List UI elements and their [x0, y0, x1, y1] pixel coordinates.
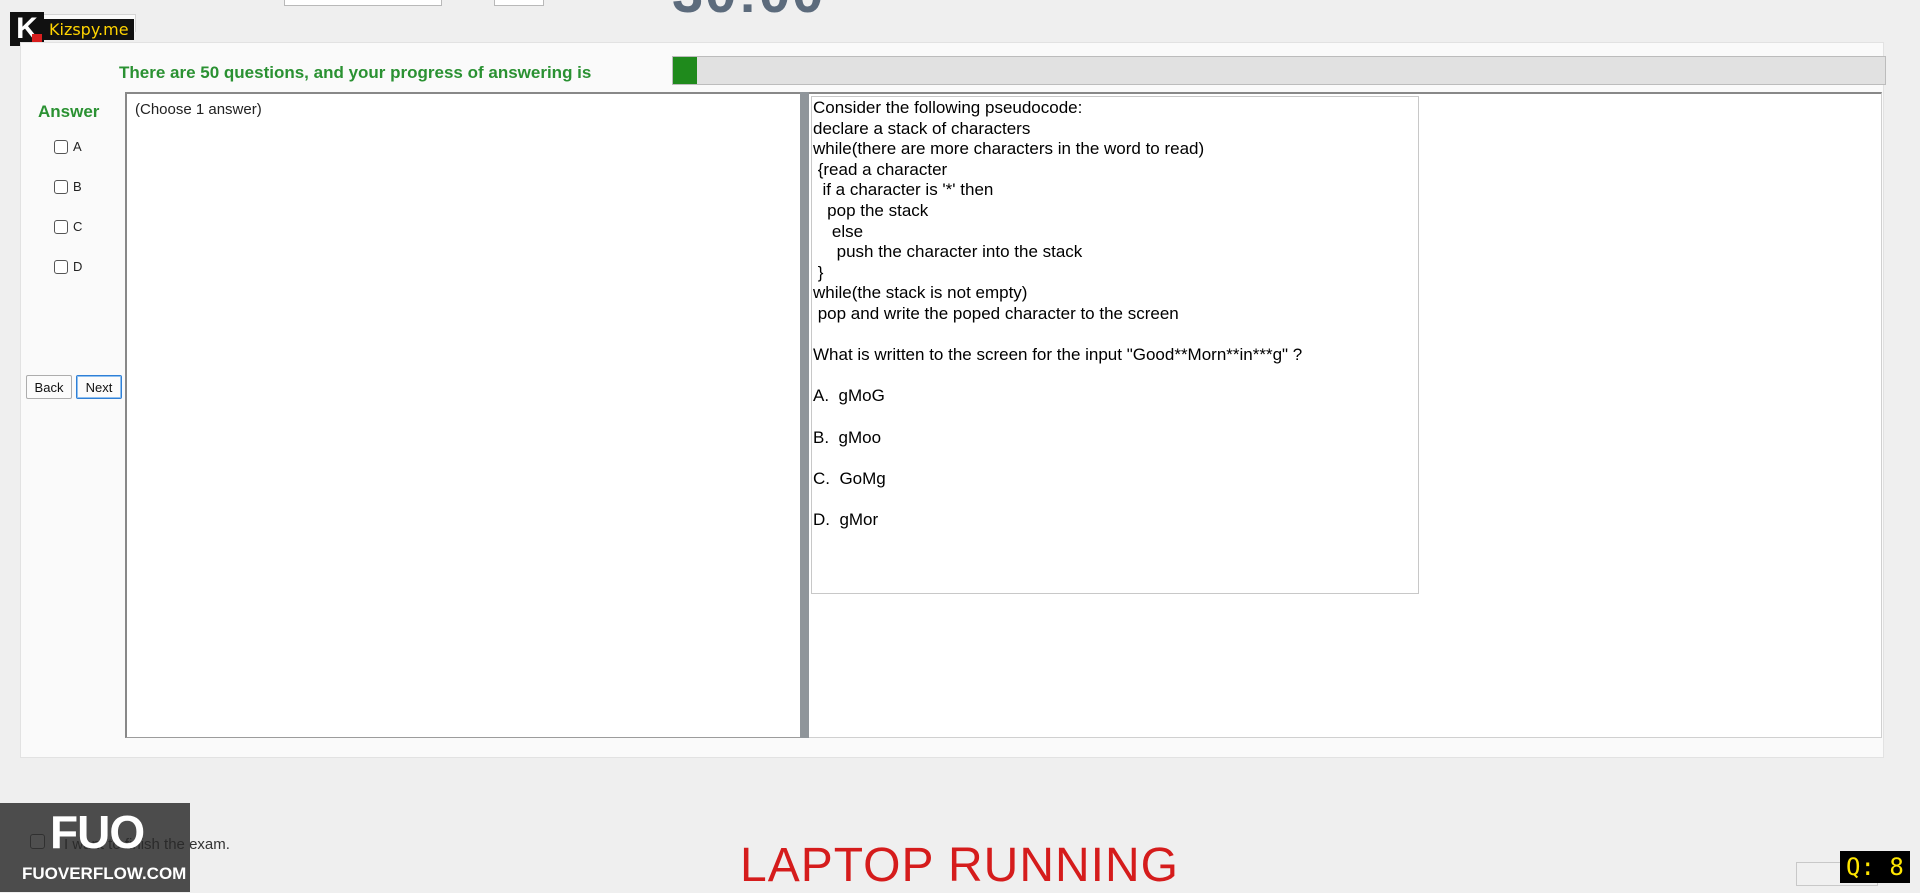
question-line: C. GoMg [813, 468, 886, 488]
question-line [813, 448, 1302, 469]
option-label-c: C [73, 219, 83, 234]
question-line: while(there are more characters in the w… [813, 139, 1205, 159]
question-line: if a character is '*' then [813, 180, 994, 200]
next-button[interactable]: Next [76, 375, 122, 399]
choose-instruction: (Choose 1 answer) [135, 101, 262, 118]
question-line: else [813, 221, 864, 241]
checkbox-c[interactable] [54, 219, 68, 234]
question-line: What is written to the screen for the in… [813, 345, 1303, 365]
progress-label: There are 50 questions, and your progres… [119, 63, 592, 82]
question-text: Consider the following pseudocode: declar… [813, 98, 1302, 530]
status-banner: LAPTOP RUNNING [740, 839, 1179, 892]
question-line [813, 366, 1302, 387]
question-line: Consider the following pseudocode: [813, 98, 1083, 117]
answer-title: Answer [38, 102, 100, 121]
question-line: pop and write the poped character to the… [813, 303, 1179, 323]
back-button[interactable]: Back [26, 375, 72, 399]
question-line: {read a character [813, 159, 948, 179]
question-line: declare a stack of characters [813, 118, 1031, 138]
question-line [813, 407, 1302, 428]
top-dropdown[interactable] [284, 0, 442, 6]
answer-option-a[interactable]: A [54, 139, 82, 154]
option-label-d: D [73, 259, 83, 274]
answer-option-c[interactable]: C [54, 219, 82, 234]
option-label-a: A [73, 139, 82, 154]
question-line [813, 489, 1302, 510]
question-line: while(the stack is not empty) [813, 283, 1028, 303]
pane-splitter[interactable] [800, 92, 809, 738]
question-line: D. gMor [813, 509, 879, 529]
answer-pane [125, 92, 801, 738]
fuo-logo-icon: FUO [50, 806, 145, 858]
checkbox-a[interactable] [54, 139, 68, 154]
progress-bar [672, 56, 1886, 85]
question-line: B. gMoo [813, 427, 882, 447]
fuo-site-text: FUOVERFLOW.COM [22, 864, 187, 883]
fuoverflow-watermark: FUO FUOVERFLOW.COM [0, 803, 190, 892]
kizspy-logo-icon: K [10, 12, 44, 46]
question-number-badge: Q: 8 [1840, 851, 1910, 883]
kizspy-text: Kizspy.me [44, 18, 134, 40]
answer-option-d[interactable]: D [54, 259, 82, 274]
answer-option-b[interactable]: B [54, 179, 82, 194]
exam-timer: 30:00 [672, 0, 825, 25]
option-label-b: B [73, 179, 82, 194]
question-line [813, 325, 1302, 346]
progress-bar-fill [673, 57, 697, 84]
kizspy-watermark: K Kizspy.me [10, 12, 134, 46]
top-small-dropdown[interactable] [494, 0, 544, 6]
question-line: push the character into the stack [813, 242, 1083, 262]
question-line: } [813, 262, 824, 282]
question-line: pop the stack [813, 200, 929, 220]
checkbox-b[interactable] [54, 179, 68, 194]
question-line: A. gMoG [813, 386, 885, 406]
checkbox-d[interactable] [54, 259, 68, 274]
